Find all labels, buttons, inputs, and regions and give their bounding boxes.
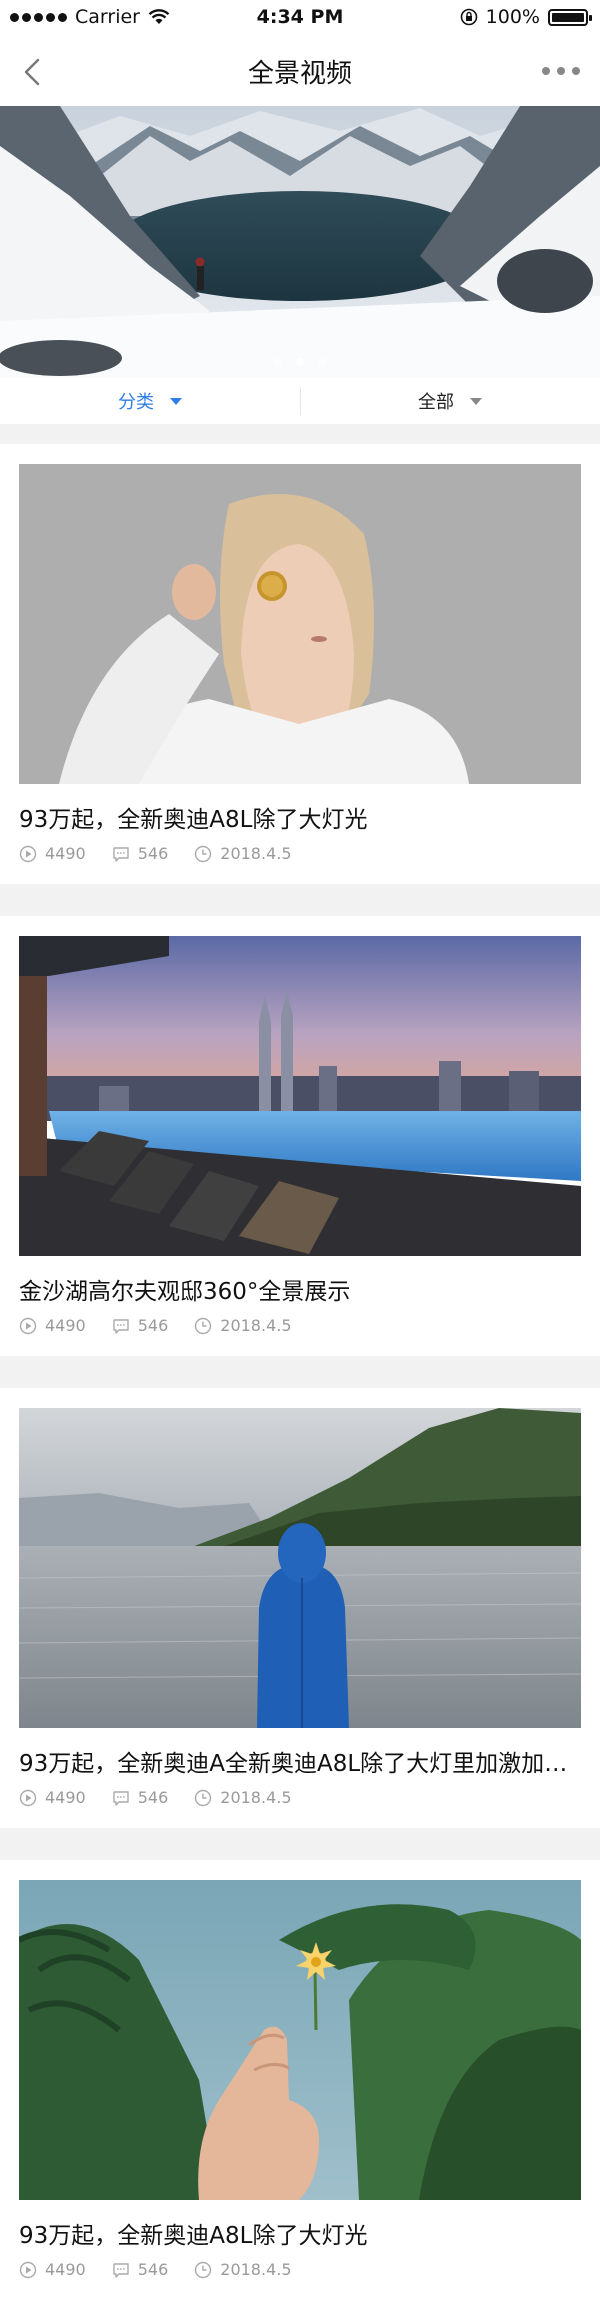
comments-count: 546 bbox=[137, 1316, 169, 1335]
comments-count: 546 bbox=[137, 2260, 169, 2279]
carousel-indicator[interactable] bbox=[0, 358, 600, 366]
clock-icon bbox=[195, 1789, 212, 1806]
comments-count: 546 bbox=[137, 1788, 169, 1807]
views-count: 4490 bbox=[45, 844, 86, 863]
views-count: 4490 bbox=[45, 1316, 86, 1335]
video-meta: 4490 546 2018.4.5 bbox=[19, 844, 318, 863]
views-count: 4490 bbox=[45, 2260, 86, 2279]
section-gap bbox=[0, 1356, 600, 1388]
battery-icon bbox=[548, 8, 592, 26]
video-thumbnail[interactable] bbox=[19, 464, 581, 784]
nav-bar: 全景视频 bbox=[0, 36, 600, 106]
video-thumbnail[interactable] bbox=[19, 1408, 581, 1728]
video-thumbnail[interactable] bbox=[19, 1880, 581, 2200]
section-gap bbox=[0, 1828, 600, 1860]
dropdown-arrow-icon bbox=[470, 397, 482, 405]
comments-stat: 546 bbox=[112, 1316, 169, 1335]
carousel-dot-active[interactable] bbox=[296, 358, 304, 366]
clock-icon bbox=[195, 2261, 212, 2278]
date-stat: 2018.4.5 bbox=[194, 844, 292, 863]
banner-image bbox=[0, 106, 600, 378]
category-filter[interactable]: 分类 bbox=[0, 378, 300, 424]
section-gap bbox=[0, 424, 600, 444]
clock-icon bbox=[195, 845, 212, 862]
status-bar: Carrier 4:34 PM 100% bbox=[0, 0, 600, 36]
banner-carousel[interactable] bbox=[0, 106, 600, 378]
views-stat: 4490 bbox=[19, 1788, 86, 1807]
category-filter-label: 分类 bbox=[118, 392, 154, 413]
play-icon bbox=[19, 1789, 37, 1806]
carousel-dot[interactable] bbox=[274, 358, 282, 366]
comments-stat: 546 bbox=[112, 2260, 169, 2279]
all-filter[interactable]: 全部 bbox=[300, 378, 600, 424]
carousel-dot[interactable] bbox=[318, 358, 326, 366]
comment-icon bbox=[113, 1318, 129, 1334]
video-card[interactable]: 93万起，全新奥迪A8L除了大灯光 4490 546 2018.4.5 bbox=[0, 444, 600, 884]
video-meta: 4490 546 2018.4.5 bbox=[19, 2260, 318, 2279]
clock-icon bbox=[195, 1317, 212, 1334]
date-stat: 2018.4.5 bbox=[194, 1788, 292, 1807]
video-title[interactable]: 93万起，全新奥迪A8L除了大灯光 bbox=[19, 800, 581, 834]
comment-icon bbox=[113, 2262, 129, 2278]
publish-date: 2018.4.5 bbox=[220, 2260, 292, 2279]
video-card[interactable]: 93万起，全新奥迪A全新奥迪A8L除了大灯里加激加光... 4490 546 2… bbox=[0, 1388, 600, 1828]
views-stat: 4490 bbox=[19, 844, 86, 863]
publish-date: 2018.4.5 bbox=[220, 844, 292, 863]
views-count: 4490 bbox=[45, 1788, 86, 1807]
status-right: 100% bbox=[460, 6, 592, 28]
filter-bar: 分类 全部 bbox=[0, 378, 600, 424]
comments-stat: 546 bbox=[112, 1788, 169, 1807]
comments-stat: 546 bbox=[112, 844, 169, 863]
date-stat: 2018.4.5 bbox=[194, 1316, 292, 1335]
comment-icon bbox=[113, 846, 129, 862]
video-thumbnail[interactable] bbox=[19, 936, 581, 1256]
video-meta: 4490 546 2018.4.5 bbox=[19, 1316, 318, 1335]
views-stat: 4490 bbox=[19, 1316, 86, 1335]
more-dots-icon[interactable] bbox=[536, 56, 586, 86]
page-title: 全景视频 bbox=[247, 59, 352, 89]
video-title[interactable]: 金沙湖高尔夫观邸360°全景展示 bbox=[19, 1272, 581, 1306]
comments-count: 546 bbox=[137, 844, 169, 863]
views-stat: 4490 bbox=[19, 2260, 86, 2279]
all-filter-label: 全部 bbox=[418, 392, 454, 413]
section-gap bbox=[0, 884, 600, 916]
video-title[interactable]: 93万起，全新奥迪A全新奥迪A8L除了大灯里加激加光... bbox=[19, 1744, 581, 1778]
video-title[interactable]: 93万起，全新奥迪A8L除了大灯光 bbox=[19, 2216, 581, 2250]
play-icon bbox=[19, 2261, 37, 2278]
video-card[interactable]: 金沙湖高尔夫观邸360°全景展示 4490 546 2018.4.5 bbox=[0, 916, 600, 1356]
battery-label: 100% bbox=[485, 6, 540, 28]
play-icon bbox=[19, 845, 37, 862]
publish-date: 2018.4.5 bbox=[220, 1788, 292, 1807]
video-card[interactable]: 93万起，全新奥迪A8L除了大灯光 4490 546 2018.4.5 bbox=[0, 1860, 600, 2300]
play-icon bbox=[19, 1317, 37, 1334]
dropdown-arrow-icon bbox=[170, 397, 182, 405]
publish-date: 2018.4.5 bbox=[220, 1316, 292, 1335]
comment-icon bbox=[113, 1790, 129, 1806]
date-stat: 2018.4.5 bbox=[194, 2260, 292, 2279]
video-meta: 4490 546 2018.4.5 bbox=[19, 1788, 318, 1807]
orientation-lock-icon bbox=[460, 8, 477, 26]
